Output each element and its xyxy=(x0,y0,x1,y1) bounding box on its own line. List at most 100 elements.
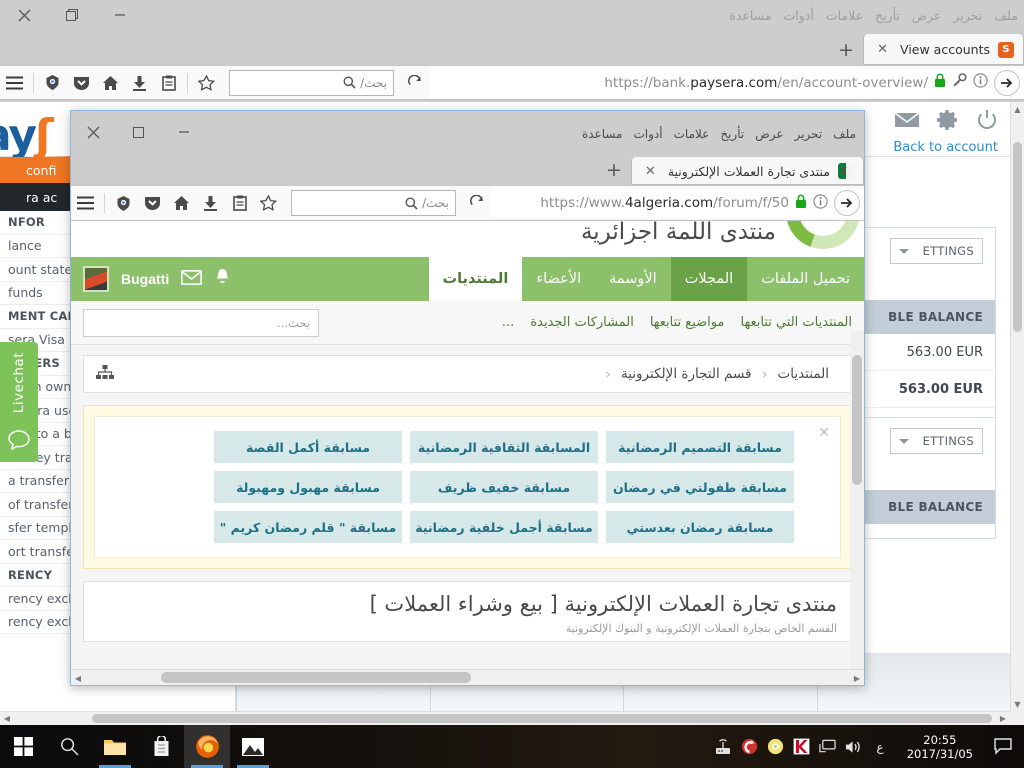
promo-link[interactable]: مسابقة رمضان بعدستي xyxy=(606,511,794,543)
subnav-link[interactable]: المشاركات الجديدة xyxy=(530,315,634,330)
url-bar[interactable]: https://www.4algeria.com/forum/f/50 xyxy=(491,188,864,218)
outer-vertical-scrollbar[interactable]: ▲ ▼ xyxy=(1010,102,1024,711)
scroll-left-icon[interactable]: ◀ xyxy=(71,670,85,685)
scroll-down-icon[interactable]: ▼ xyxy=(1011,697,1024,711)
close-icon[interactable]: ✕ xyxy=(641,164,660,179)
clipboard-icon[interactable] xyxy=(225,189,254,218)
envelope-icon[interactable] xyxy=(181,269,203,289)
close-icon[interactable]: ✕ xyxy=(873,42,892,57)
promo-link[interactable]: مسابقة مهبول ومهبولة xyxy=(214,471,402,503)
inner-browser-window[interactable]: ملف تحرير عرض تأريخ علامات أدوات مساعدة … xyxy=(70,110,865,686)
tab-item[interactable]: المنتديات xyxy=(428,257,523,301)
notification-icon[interactable] xyxy=(990,738,1016,755)
clipboard-icon[interactable] xyxy=(154,68,183,97)
new-tab-button[interactable]: + xyxy=(597,154,631,185)
reload-icon[interactable] xyxy=(400,68,429,97)
download-icon[interactable] xyxy=(125,68,154,97)
key-icon[interactable] xyxy=(952,73,967,92)
avatar[interactable] xyxy=(83,266,109,292)
tab-item[interactable]: تحميل الملفات xyxy=(747,257,864,301)
sitemap-icon[interactable] xyxy=(96,364,114,384)
go-button[interactable] xyxy=(834,190,860,216)
menu-edit[interactable]: تحرير xyxy=(953,8,982,23)
go-button[interactable] xyxy=(994,69,1020,96)
tab-active[interactable]: المجلات xyxy=(670,257,748,301)
tab-item[interactable]: الأوسمة xyxy=(595,257,671,301)
lock-icon[interactable] xyxy=(934,73,946,92)
ccleaner-icon[interactable] xyxy=(741,738,758,755)
tab-item[interactable]: الأعضاء xyxy=(522,257,595,301)
livechat-tab[interactable]: Livechat xyxy=(0,342,38,462)
menu-view[interactable]: عرض xyxy=(912,8,941,23)
account-settings-dropdown-1[interactable]: ETTINGS xyxy=(889,238,983,264)
menu-bookmarks[interactable]: علامات xyxy=(674,127,710,141)
menu-tools[interactable]: أدوات xyxy=(634,127,663,141)
new-tab-button[interactable]: + xyxy=(829,34,863,65)
inner-vertical-scrollbar[interactable] xyxy=(850,331,864,669)
promo-link[interactable]: مسابقة خفيف ظريف xyxy=(410,471,598,503)
pocket-icon[interactable] xyxy=(67,68,96,97)
menu-history[interactable]: تأريخ xyxy=(875,8,900,23)
kaspersky-icon[interactable] xyxy=(793,738,810,755)
firefox-icon[interactable] xyxy=(184,725,230,768)
close-icon[interactable] xyxy=(0,0,48,30)
scrollbar-thumb[interactable] xyxy=(852,355,862,485)
menu-file[interactable]: ملف xyxy=(833,127,856,141)
router-icon[interactable] xyxy=(715,738,732,755)
bookmark-star-icon[interactable] xyxy=(254,189,283,218)
forum-username[interactable]: Bugatti xyxy=(121,271,169,287)
breadcrumb-item-ecommerce[interactable]: قسم التجارة الإلكترونية xyxy=(611,366,762,382)
gear-icon[interactable] xyxy=(936,108,960,136)
menu-file[interactable]: ملف xyxy=(994,8,1018,23)
restore-icon[interactable] xyxy=(48,0,96,30)
network-icon[interactable] xyxy=(818,738,836,755)
menu-help[interactable]: مساعدة xyxy=(729,8,771,23)
outer-horizontal-scrollbar[interactable]: ◀ ▶ xyxy=(0,711,1010,725)
forum-section-title[interactable]: منتدى تجارة العملات الإلكترونية [ بيع وش… xyxy=(98,592,837,616)
minimize-icon[interactable] xyxy=(161,111,206,153)
clock[interactable]: 20:55 2017/31/05 xyxy=(899,733,981,761)
menu-bookmarks[interactable]: علامات xyxy=(826,8,863,23)
forum-search-input[interactable]: بحث... xyxy=(83,308,319,337)
url-bar[interactable]: https://bank.paysera.com/en/account-over… xyxy=(429,67,1024,98)
hamburger-menu-icon[interactable] xyxy=(0,68,29,97)
scroll-left-icon[interactable]: ◀ xyxy=(0,714,14,723)
subnav-link[interactable]: ... xyxy=(502,315,514,330)
subnav-link[interactable]: المنتديات التي تتابعها xyxy=(740,315,852,330)
promo-link[interactable]: مسابقة طفولتي في رمضان xyxy=(606,471,794,503)
language-indicator[interactable]: ع xyxy=(871,740,890,754)
scroll-right-icon[interactable]: ▶ xyxy=(850,670,864,685)
scrollbar-thumb[interactable] xyxy=(161,672,471,683)
subnav-link[interactable]: مواضيع تتابعها xyxy=(650,315,725,330)
scrollbar-thumb[interactable] xyxy=(92,714,992,723)
account-settings-dropdown-2[interactable]: ETTINGS xyxy=(889,428,983,454)
restore-icon[interactable] xyxy=(116,111,161,153)
promo-link[interactable]: مسابقة التصميم الرمضانية xyxy=(606,431,794,463)
home-icon[interactable] xyxy=(167,189,196,218)
scroll-up-icon[interactable]: ▲ xyxy=(1011,102,1024,116)
menu-edit[interactable]: تحرير xyxy=(795,127,823,141)
pocket-icon[interactable] xyxy=(138,189,167,218)
store-icon[interactable] xyxy=(138,725,184,768)
scroll-right-icon[interactable]: ▶ xyxy=(996,714,1010,723)
inner-titlebar[interactable]: ملف تحرير عرض تأريخ علامات أدوات مساعدة xyxy=(71,111,864,153)
back-to-account-link[interactable]: Back to account xyxy=(893,136,1010,155)
close-icon[interactable]: ✕ xyxy=(818,425,830,441)
search-input[interactable]: بحث/ xyxy=(229,69,394,96)
search-icon[interactable] xyxy=(46,725,92,768)
file-explorer-icon[interactable] xyxy=(92,725,138,768)
privacy-shield-icon[interactable] xyxy=(38,68,67,97)
bell-icon[interactable] xyxy=(214,268,231,290)
menu-help[interactable]: مساعدة xyxy=(582,127,623,141)
menu-history[interactable]: تأريخ xyxy=(720,127,744,141)
mail-icon[interactable] xyxy=(894,111,920,133)
tab-forum[interactable]: منتدى تجارة العملات الإلكترونية ✕ xyxy=(630,157,864,185)
reload-icon[interactable] xyxy=(462,189,491,218)
hamburger-menu-icon[interactable] xyxy=(71,189,100,218)
privacy-shield-icon[interactable] xyxy=(109,189,138,218)
photos-icon[interactable] xyxy=(230,725,276,768)
disc-icon[interactable] xyxy=(767,738,784,755)
lock-icon[interactable] xyxy=(795,194,807,213)
menu-tools[interactable]: أدوات xyxy=(784,8,814,23)
minimize-icon[interactable] xyxy=(96,0,144,30)
